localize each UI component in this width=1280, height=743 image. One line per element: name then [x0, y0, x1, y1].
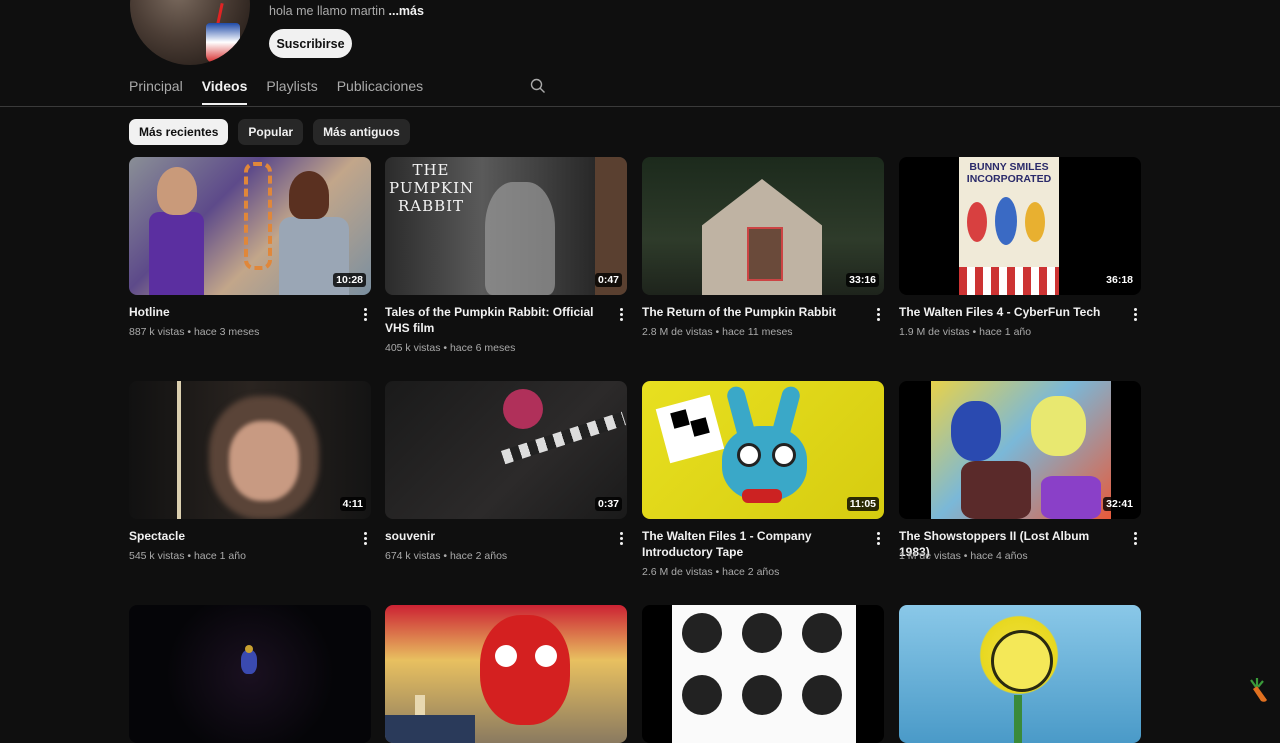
video-title[interactable]: Spectacle: [129, 528, 339, 544]
more-vert-icon[interactable]: [357, 306, 373, 324]
video-duration: 0:37: [594, 497, 622, 511]
video-thumbnail[interactable]: [899, 605, 1141, 743]
video-duration: 33:16: [846, 273, 879, 287]
video-title[interactable]: Tales of the Pumpkin Rabbit: Official VH…: [385, 304, 595, 336]
chip-mas-recientes[interactable]: Más recientes: [129, 119, 229, 145]
channel-avatar[interactable]: [130, 0, 250, 65]
video-meta: 1 M de vistas • hace 4 años: [899, 550, 1028, 562]
thumbnail-text: THE PUMPKIN RABBIT: [389, 161, 475, 215]
more-vert-icon[interactable]: [1127, 306, 1143, 324]
more-vert-icon[interactable]: [870, 530, 886, 548]
tab-publicaciones[interactable]: Publicaciones: [337, 78, 423, 105]
channel-description-text: hola me llamo martin: [269, 4, 386, 18]
video-thumbnail[interactable]: [129, 605, 371, 743]
more-vert-icon[interactable]: [613, 306, 629, 324]
filter-chips: Más recientes Popular Más antiguos: [129, 119, 410, 145]
video-thumbnail[interactable]: 11:05: [642, 381, 884, 519]
tab-principal[interactable]: Principal: [129, 78, 183, 105]
more-vert-icon[interactable]: [1127, 530, 1143, 548]
video-meta: 2.6 M de vistas • hace 2 años: [642, 566, 780, 578]
video-duration: 11:05: [846, 497, 879, 511]
tabs-divider: [0, 106, 1280, 107]
avatar-cup: [206, 23, 240, 63]
tab-playlists[interactable]: Playlists: [266, 78, 317, 105]
channel-description-more[interactable]: ...más: [389, 4, 424, 18]
tab-videos[interactable]: Videos: [201, 78, 247, 105]
video-thumbnail[interactable]: 32:41: [899, 381, 1141, 519]
video-title[interactable]: The Return of the Pumpkin Rabbit: [642, 304, 852, 320]
video-thumbnail[interactable]: 33:16: [642, 157, 884, 295]
video-duration: 10:28: [333, 273, 366, 287]
video-meta: 405 k vistas • hace 6 meses: [385, 342, 516, 354]
video-meta: 1.9 M de vistas • hace 1 año: [899, 326, 1032, 338]
more-vert-icon[interactable]: [357, 530, 373, 548]
video-thumbnail[interactable]: THE PUMPKIN RABBIT 0:47: [385, 157, 627, 295]
more-vert-icon[interactable]: [870, 306, 886, 324]
video-meta: 545 k vistas • hace 1 año: [129, 550, 246, 562]
video-thumbnail[interactable]: [642, 605, 884, 743]
video-meta: 887 k vistas • hace 3 meses: [129, 326, 260, 338]
channel-description[interactable]: hola me llamo martin ...más: [269, 4, 424, 18]
video-title[interactable]: Hotline: [129, 304, 339, 320]
thumbnail-text: BUNNY SMILES INCORPORATED: [966, 161, 1052, 185]
video-title[interactable]: souvenir: [385, 528, 595, 544]
chip-mas-antiguos[interactable]: Más antiguos: [313, 119, 410, 145]
video-duration: 36:18: [1103, 273, 1136, 287]
subscribe-button[interactable]: Suscribirse: [269, 29, 352, 58]
video-duration: 0:47: [594, 273, 622, 287]
video-thumbnail[interactable]: BUNNY SMILES INCORPORATED 36:18: [899, 157, 1141, 295]
carrot-icon: [1248, 678, 1270, 709]
more-vert-icon[interactable]: [613, 530, 629, 548]
video-thumbnail[interactable]: 10:28: [129, 157, 371, 295]
video-meta: 674 k vistas • hace 2 años: [385, 550, 508, 562]
channel-tabs: Principal Videos Playlists Publicaciones: [129, 78, 546, 105]
video-title[interactable]: The Walten Files 4 - CyberFun Tech: [899, 304, 1109, 320]
video-thumbnail[interactable]: 4:11: [129, 381, 371, 519]
video-title[interactable]: The Walten Files 1 - Company Introductor…: [642, 528, 852, 560]
video-thumbnail[interactable]: 0:37: [385, 381, 627, 519]
video-duration: 4:11: [339, 497, 366, 511]
video-thumbnail[interactable]: [385, 605, 627, 743]
search-icon[interactable]: [530, 78, 546, 94]
video-meta: 2.8 M de vistas • hace 11 meses: [642, 326, 793, 338]
video-duration: 32:41: [1103, 497, 1136, 511]
chip-popular[interactable]: Popular: [238, 119, 304, 145]
